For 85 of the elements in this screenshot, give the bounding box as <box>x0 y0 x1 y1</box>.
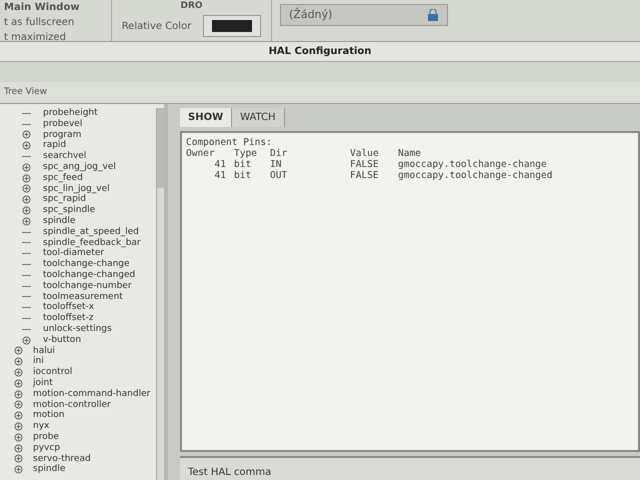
option-label[interactable]: t as fullscreen <box>4 15 107 30</box>
table-cell-text: OUT <box>270 170 288 181</box>
tree-item[interactable]: toolchange-number <box>43 280 132 292</box>
output-heading: Component Pins: <box>186 137 273 148</box>
scrollbar[interactable] <box>156 108 164 480</box>
tree-item[interactable]: probe <box>33 432 59 443</box>
expander-icon[interactable] <box>14 357 23 366</box>
expander-icon[interactable] <box>22 184 31 194</box>
expander-icon[interactable] <box>14 432 23 442</box>
table-cell-text: gmoccapy.toolchange-change <box>398 159 548 170</box>
tree-item[interactable]: iocontrol <box>33 367 72 378</box>
tree-item[interactable]: spindle <box>33 464 66 476</box>
table-cell-text: FALSE <box>350 159 380 170</box>
table-cell-text: 41 <box>214 159 227 170</box>
option-label[interactable]: t maximized <box>4 30 107 45</box>
relative-color-label: Relative Color <box>122 20 192 34</box>
tree-item[interactable]: toolchange-change <box>43 259 130 270</box>
expander-icon[interactable] <box>14 400 23 410</box>
tree-item[interactable]: nyx <box>33 421 50 432</box>
group-title: DRO <box>180 0 203 11</box>
expander-icon[interactable] <box>14 454 23 464</box>
table-cell-text: gmoccapy.toolchange-changed <box>398 170 554 181</box>
tree-item[interactable]: spindle <box>43 216 76 227</box>
command-label: Test HAL comma <box>188 466 272 480</box>
column-header: Name <box>398 148 422 159</box>
tree-item[interactable]: unlock-settings <box>43 324 112 335</box>
expander-icon[interactable] <box>22 336 31 345</box>
tree-item[interactable]: toolmeasurement <box>43 292 123 302</box>
group-title: Main Window <box>4 1 81 15</box>
expander-icon[interactable] <box>14 411 23 420</box>
tree-item[interactable]: spc_rapid <box>43 194 86 206</box>
tree-item[interactable]: rapid <box>43 140 66 152</box>
expander-icon[interactable] <box>22 141 31 150</box>
column-header: Dir <box>270 148 288 159</box>
tree-item[interactable]: spc_ang_jog_vel <box>43 162 116 173</box>
tree-item[interactable]: spindle_at_speed_led <box>43 226 139 238</box>
table-cell-text: bit <box>234 159 252 170</box>
tree-item[interactable]: servo-thread <box>33 454 91 464</box>
expander-icon[interactable] <box>14 422 23 431</box>
expander-icon[interactable] <box>14 465 23 474</box>
expander-icon[interactable] <box>22 195 31 204</box>
combo-box[interactable]: (Žádný) <box>280 4 448 26</box>
color-swatch-button[interactable] <box>203 15 262 37</box>
expander-icon[interactable] <box>14 444 23 453</box>
tree-item[interactable]: motion-controller <box>33 400 111 410</box>
expander-icon[interactable] <box>22 174 31 183</box>
table-cell-text: FALSE <box>350 170 380 181</box>
column-header: Type <box>234 148 258 159</box>
expander-icon[interactable] <box>22 162 31 172</box>
tree-item[interactable]: spc_lin_jog_vel <box>43 184 110 194</box>
tree-item[interactable]: motion <box>33 410 65 422</box>
tree-item[interactable]: joint <box>33 378 53 389</box>
tab[interactable]: SHOW <box>180 108 232 127</box>
tree-item[interactable]: spc_spindle <box>43 205 96 216</box>
tree-item[interactable]: v-button <box>43 334 82 346</box>
tree-item[interactable]: toolchange-changed <box>43 270 136 281</box>
table-cell-text: 41 <box>214 170 227 181</box>
tree-item[interactable]: program <box>43 130 82 140</box>
tree-item[interactable]: probevel <box>43 118 82 130</box>
expander-icon[interactable] <box>22 130 31 140</box>
expander-icon[interactable] <box>22 216 31 226</box>
expander-icon[interactable] <box>14 346 23 356</box>
expander-icon[interactable] <box>14 378 23 388</box>
tree-item[interactable]: probeheight <box>43 108 98 119</box>
tree-item[interactable]: spc_feed <box>43 172 83 184</box>
tree-item[interactable]: spindle_feedback_bar <box>43 238 141 248</box>
tree-view-label: Tree View <box>4 86 47 99</box>
column-header: Owner <box>186 148 215 159</box>
tree-item[interactable]: searchvel <box>43 151 86 162</box>
tree-item[interactable]: motion-command-handler <box>33 388 150 400</box>
column-header: Value <box>350 148 380 159</box>
expander-icon[interactable] <box>22 206 31 216</box>
table-cell-text: bit <box>234 170 252 181</box>
tree-item[interactable]: tooloffset-z <box>43 313 94 324</box>
tree-item[interactable]: ini <box>33 356 44 368</box>
tree-item[interactable]: halui <box>33 346 55 356</box>
table-cell-text: IN <box>270 159 282 170</box>
tree-item[interactable]: tool-diameter <box>43 248 104 260</box>
window-title: HAL Configuration <box>268 45 372 59</box>
tab[interactable]: WATCH <box>232 108 285 127</box>
lock-icon <box>427 9 439 21</box>
expander-icon[interactable] <box>14 368 23 378</box>
tree-item[interactable]: pyvcp <box>33 442 60 454</box>
tree-item[interactable]: tooloffset-x <box>43 302 94 314</box>
expander-icon[interactable] <box>14 390 23 399</box>
